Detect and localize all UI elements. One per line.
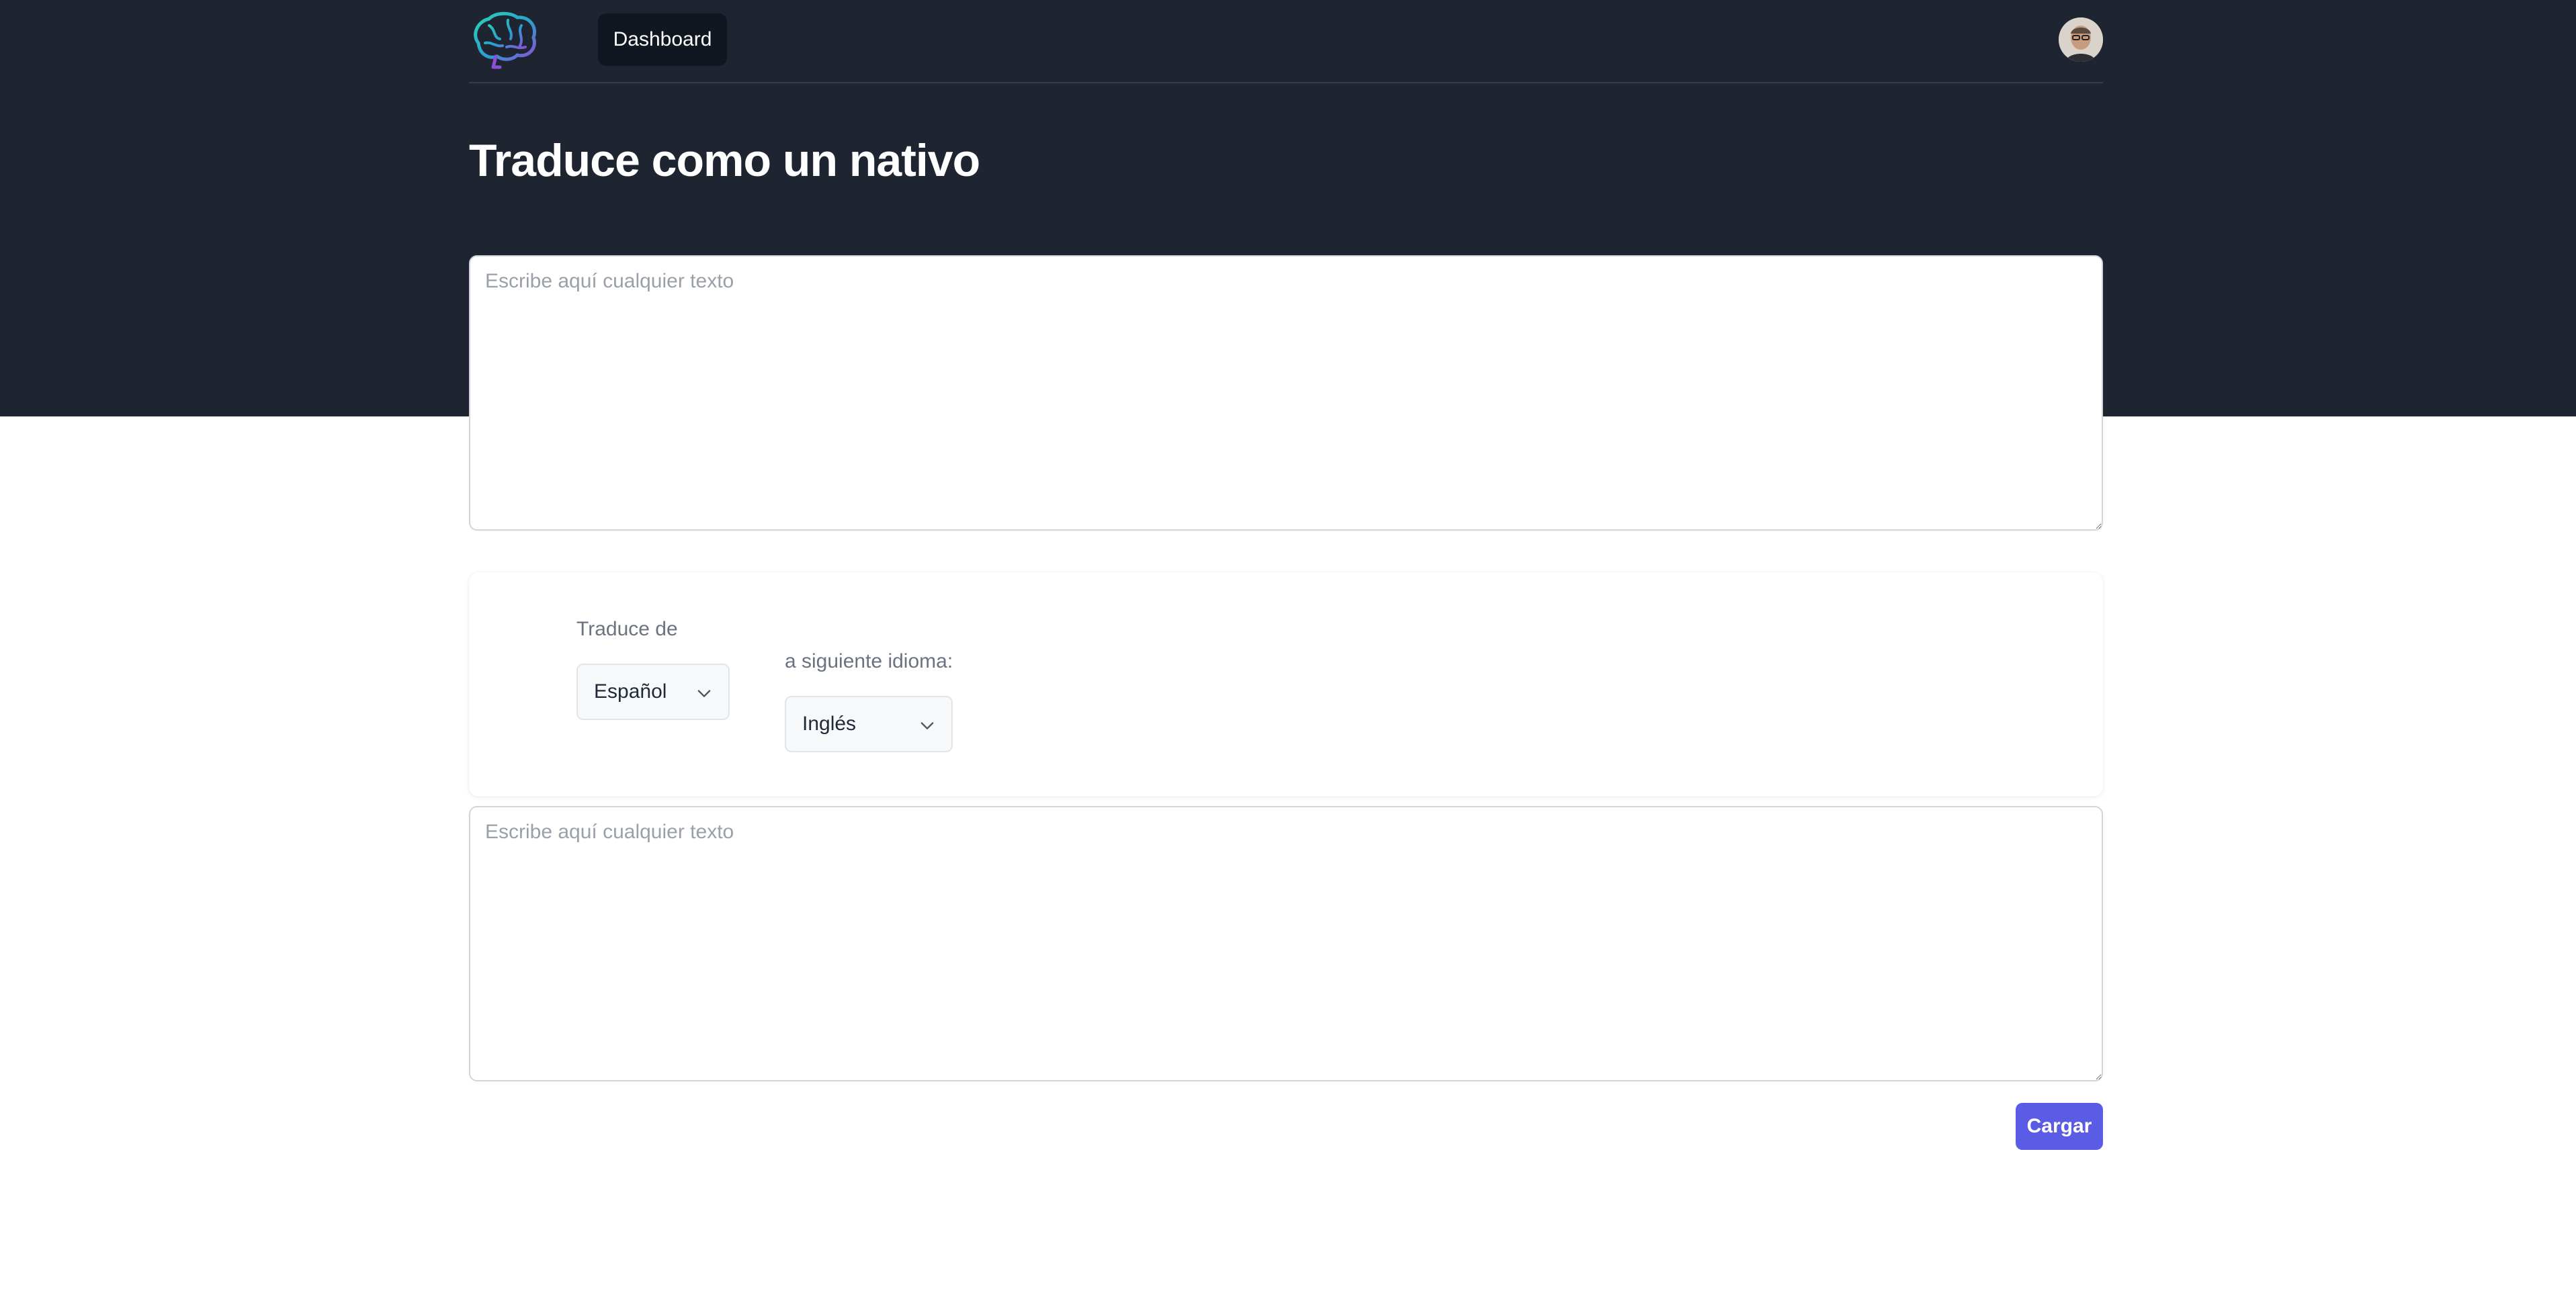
language-selection-panel: Traduce de Español a siguiente idioma: I… [469,572,2103,797]
brain-logo-icon[interactable] [469,11,539,70]
source-language-select[interactable]: Español [576,664,730,720]
user-avatar[interactable] [2059,17,2103,62]
source-language-label: Traduce de [576,618,678,640]
chevron-down-icon [920,722,934,729]
cargar-button[interactable]: Cargar [2016,1103,2103,1150]
chevron-down-icon [697,690,711,697]
source-language-value: Español [594,680,667,703]
page-title: Traduce como un nativo [469,135,980,186]
source-text-input[interactable] [469,255,2103,531]
top-navbar: Dashboard [469,0,2103,83]
target-language-label: a siguiente idioma: [785,650,953,672]
target-language-select[interactable]: Inglés [785,696,953,752]
translated-text-output[interactable] [469,806,2103,1081]
nav-link-dashboard[interactable]: Dashboard [598,13,727,66]
target-language-value: Inglés [802,713,857,735]
